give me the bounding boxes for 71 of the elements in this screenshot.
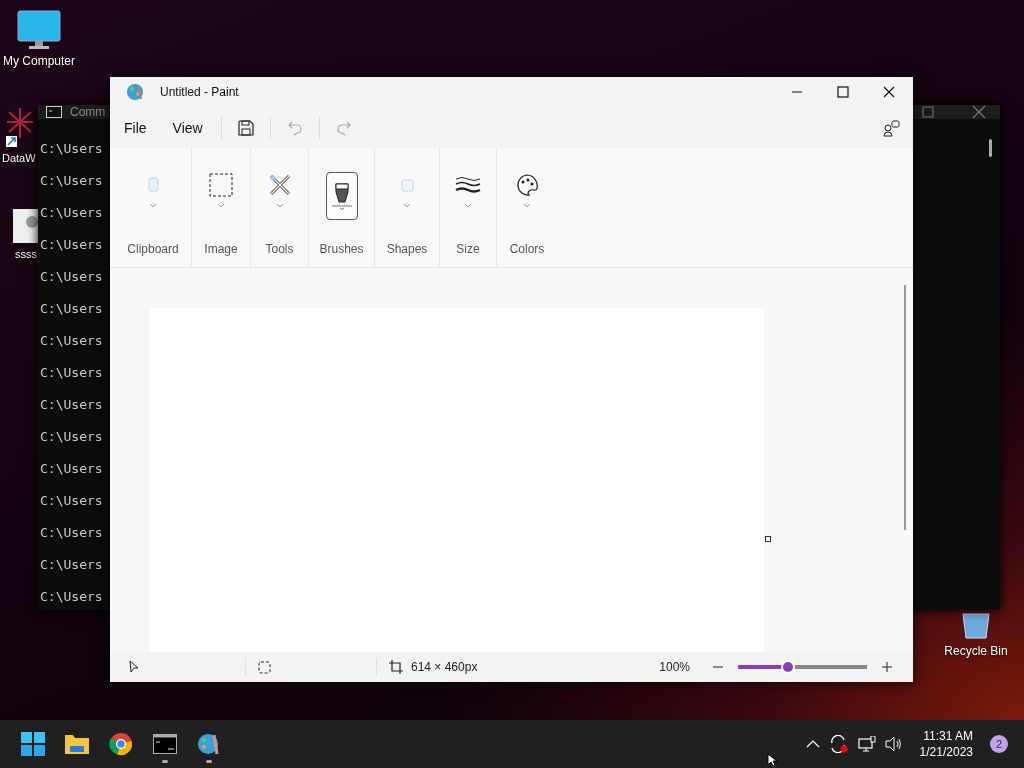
maximize-icon[interactable]	[837, 86, 849, 98]
console-line: C:\Users	[40, 236, 103, 254]
desktop-icon-label: Recycle Bin	[944, 644, 1008, 658]
console-line: C:\Users	[40, 364, 103, 382]
console-line: C:\Users	[40, 524, 103, 542]
scrollbar-thumb[interactable]	[904, 285, 906, 530]
clock-time[interactable]: 11:31 AM	[923, 728, 973, 744]
console-line: C:\Users	[40, 460, 103, 478]
canvas-size-icon	[389, 660, 403, 674]
canvas-size: 614 × 460px	[411, 660, 478, 674]
ribbon-group-label: Shapes	[386, 242, 428, 256]
palette-icon	[515, 173, 539, 197]
chevron-down-icon	[274, 203, 285, 209]
zoom-percent: 100%	[659, 660, 690, 674]
console-line: C:\Users	[40, 140, 103, 158]
console-line: C:\Users	[40, 172, 103, 190]
save-icon[interactable]	[237, 119, 254, 136]
clock-date[interactable]: 1/21/2023	[919, 744, 973, 760]
notification-badge[interactable]: 2	[990, 735, 1008, 753]
ribbon-group-label: Clipboard	[127, 242, 179, 256]
selection-icon	[209, 173, 233, 197]
terminal-icon[interactable]	[152, 734, 177, 754]
pencil-cross-icon	[267, 173, 292, 197]
chevron-down-icon	[148, 203, 158, 209]
ribbon-group-label: Tools	[265, 242, 294, 256]
pointer-icon	[128, 660, 140, 674]
console-line: C:\Users	[40, 204, 103, 222]
ribbon-group-label: Image	[204, 242, 238, 256]
scrollbar-thumb[interactable]	[989, 139, 992, 157]
ribbon-group-label: Size	[456, 242, 480, 256]
paint-palette-icon[interactable]	[196, 732, 221, 756]
ribbon-tool-button[interactable]	[325, 172, 358, 220]
console-line: C:\Users	[40, 300, 103, 318]
mouse-cursor-icon	[767, 753, 779, 767]
console-line: C:\Users	[40, 588, 103, 606]
browser-icon[interactable]	[108, 732, 133, 756]
chevron-up-icon[interactable]	[805, 740, 820, 748]
console-line: C:\Users	[40, 396, 103, 414]
menu-item[interactable]: File	[116, 115, 155, 140]
console-title: Comm	[70, 105, 106, 119]
desktop-icon-label: ssss	[15, 248, 37, 260]
selection-icon	[258, 660, 271, 674]
chevron-down-icon	[216, 203, 226, 209]
ribbon-group-label: Brushes	[319, 242, 364, 256]
zoom-slider-thumb[interactable]	[783, 662, 794, 672]
windows-start-icon[interactable]	[20, 732, 45, 756]
ribbon-group-label: Colors	[509, 242, 545, 256]
console-line: C:\Users	[40, 556, 103, 574]
console-line: C:\Users	[40, 268, 103, 286]
console-line: C:\Users	[40, 332, 103, 350]
palette-globe-icon	[126, 83, 144, 101]
zoom-in-icon[interactable]	[881, 661, 893, 673]
people-icon[interactable]	[883, 118, 901, 137]
console-line: C:\Users	[40, 492, 103, 510]
menu-item[interactable]: View	[164, 115, 211, 140]
monitor-icon[interactable]	[17, 10, 61, 50]
resize-handle[interactable]	[765, 536, 771, 542]
desktop-icon-label: My Computer	[3, 54, 75, 68]
chevron-down-icon	[402, 203, 412, 209]
volume-icon[interactable]	[884, 736, 903, 752]
desktop-icon-label: DataW	[2, 152, 36, 164]
chevron-down-icon	[522, 203, 532, 209]
close-icon[interactable]	[883, 86, 895, 98]
chevron-down-icon	[463, 203, 473, 209]
app-shortcut-icon[interactable]	[5, 108, 35, 148]
brush-icon	[329, 182, 354, 210]
console-line: C:\Users	[40, 428, 103, 446]
network-icon[interactable]	[857, 736, 876, 752]
window-title: Untitled - Paint	[160, 85, 239, 99]
sync-icon[interactable]	[828, 735, 849, 753]
folder-icon[interactable]	[63, 733, 90, 755]
